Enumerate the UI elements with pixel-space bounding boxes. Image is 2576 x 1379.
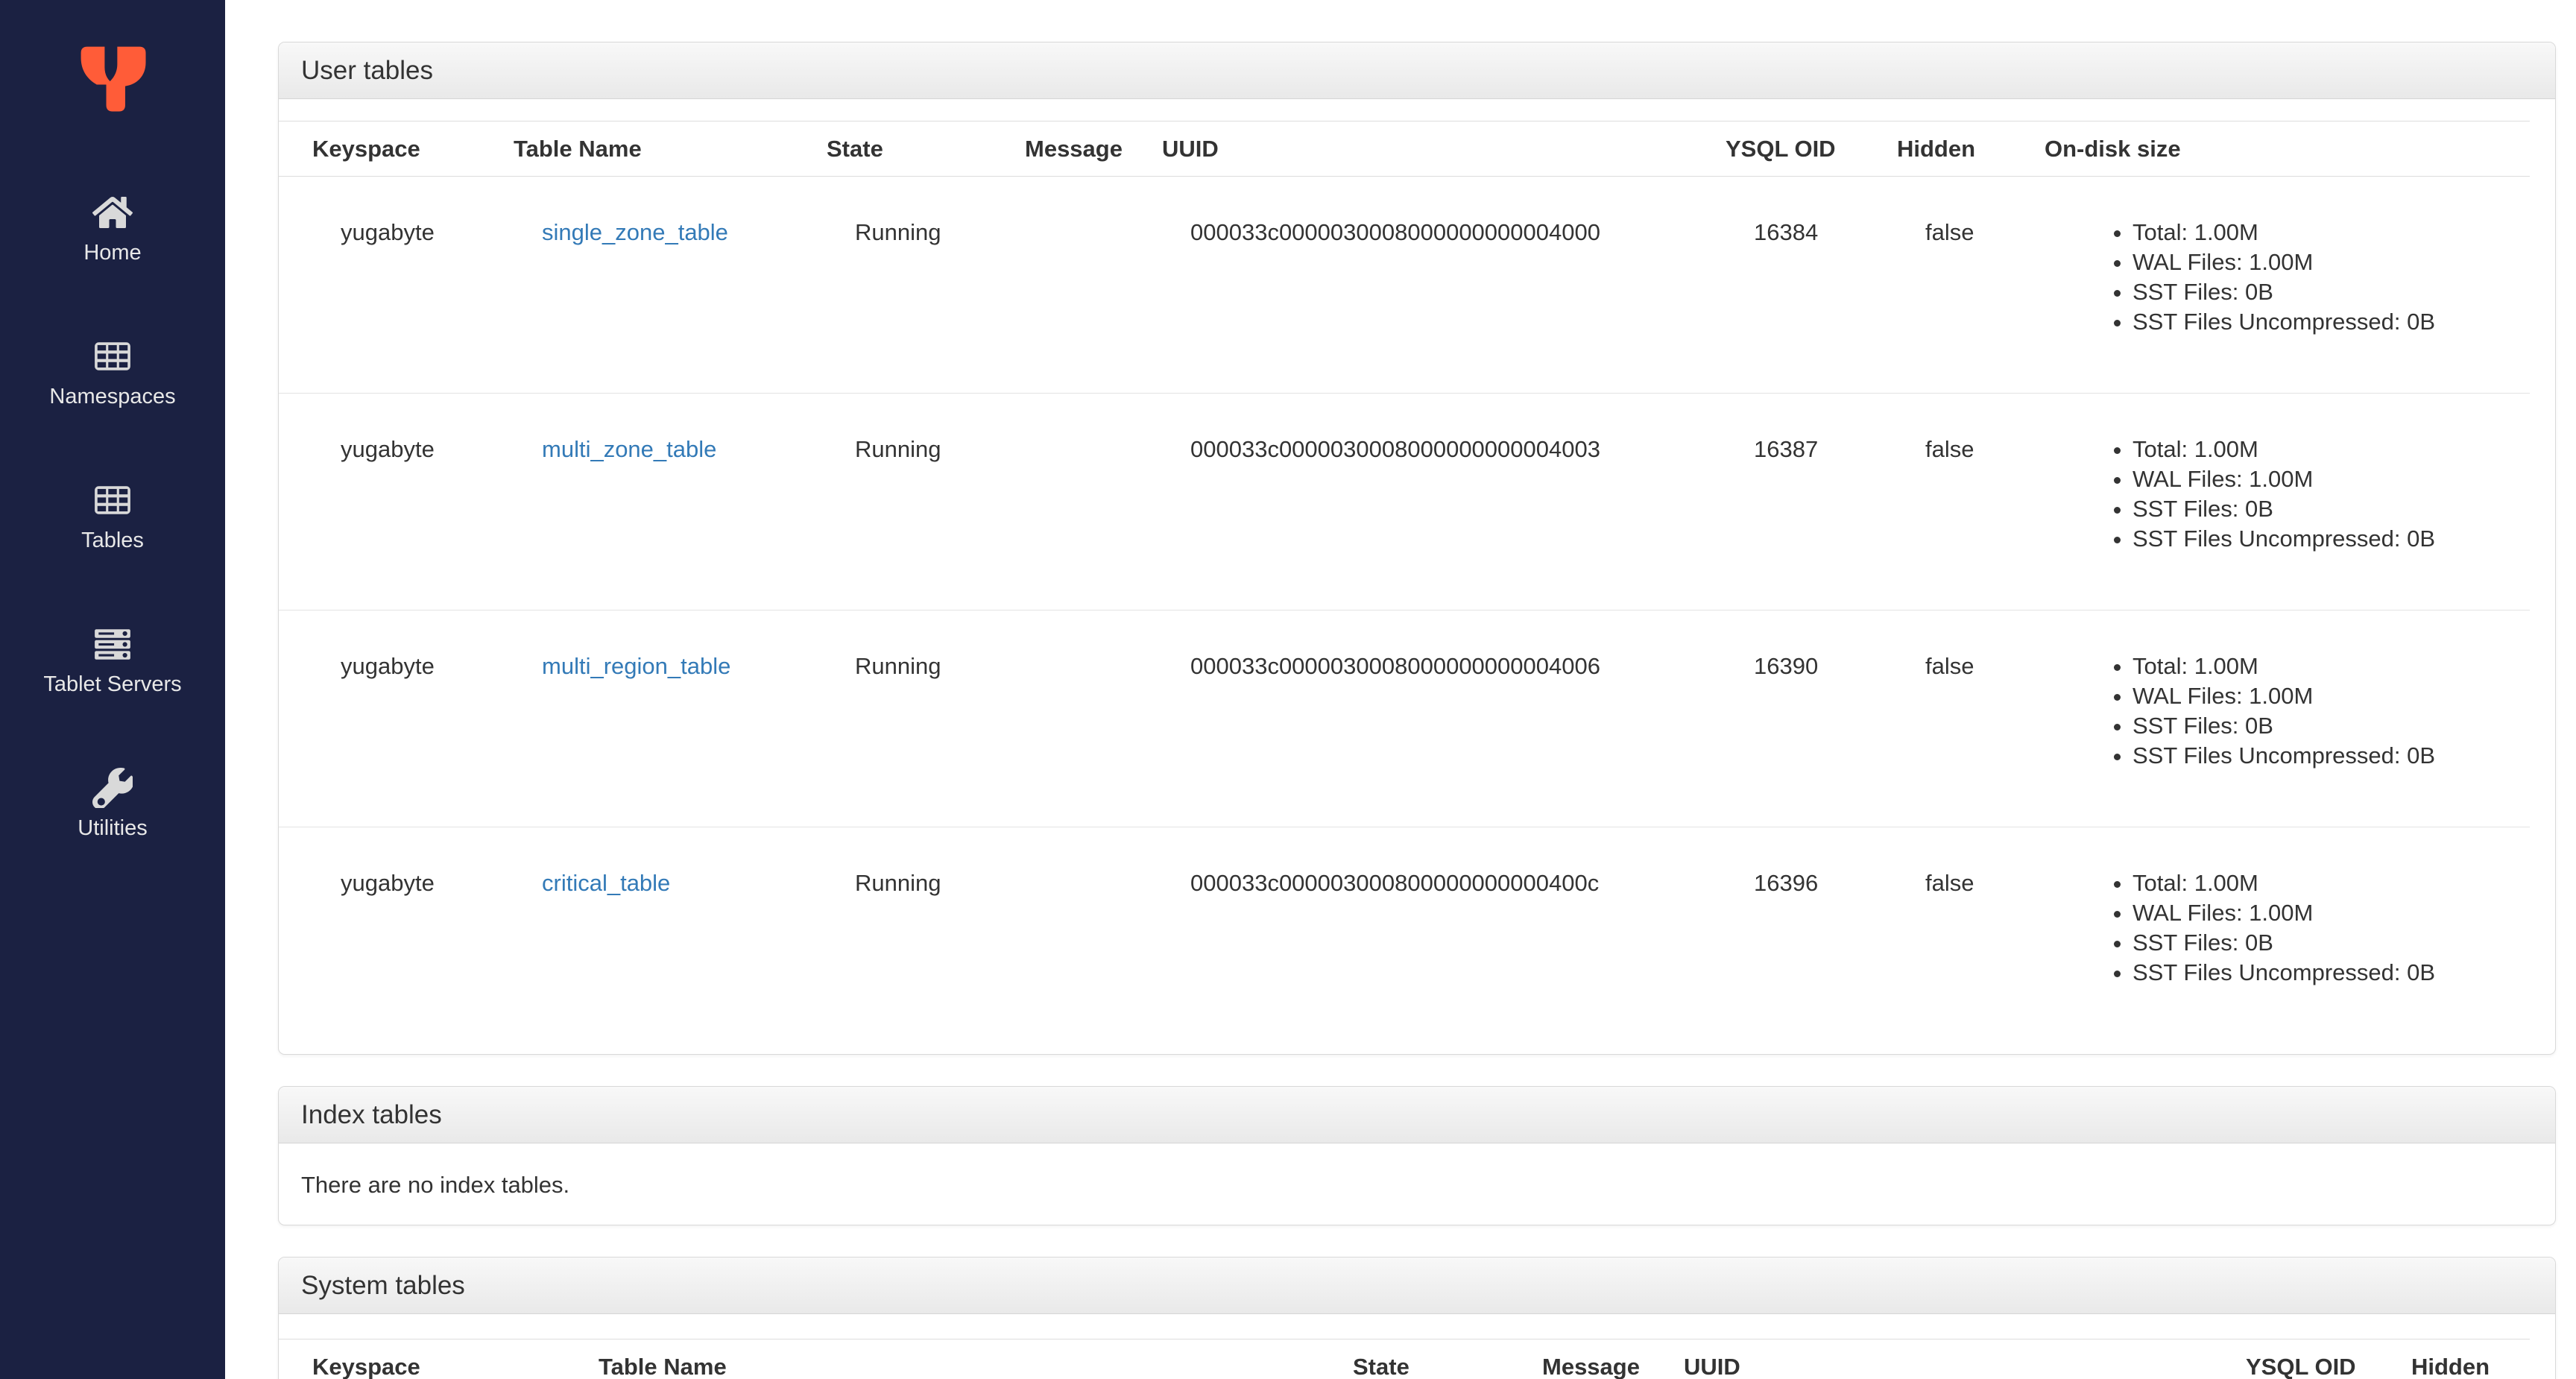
column-header-hidden: Hidden (1863, 121, 2011, 177)
sidebar-nav: Home Namespaces Tables Tablet Servers Ut… (0, 192, 225, 912)
on-disk-size-cell: Total: 1.00M WAL Files: 1.00M SST Files:… (2011, 827, 2530, 1044)
user-tables-table: Keyspace Table Name State Message UUID Y… (279, 121, 2530, 1044)
panel-title: System tables (301, 1270, 465, 1300)
message-cell (991, 393, 1128, 610)
column-header-ysql-oid: YSQL OID (1692, 121, 1863, 177)
table-name-link[interactable]: critical_table (542, 870, 670, 896)
yugabyte-logo-icon (80, 46, 146, 112)
table-name-cell: multi_zone_table (480, 393, 793, 610)
table-row: yugabyte critical_table Running 000033c0… (279, 827, 2530, 1044)
sidebar-item-namespaces[interactable]: Namespaces (0, 336, 225, 409)
uuid-cell: 000033c000003000800000000000400c (1128, 827, 1692, 1044)
column-header-state: State (793, 121, 991, 177)
state-cell: Running (793, 827, 991, 1044)
system-tables-panel: System tables Keyspace Table Name State … (278, 1257, 2556, 1379)
state-cell: Running (793, 610, 991, 827)
app-root: Home Namespaces Tables Tablet Servers Ut… (0, 0, 2576, 1379)
state-cell: Running (855, 219, 941, 245)
hidden-cell: false (1863, 393, 2011, 610)
sidebar-item-label: Home (83, 241, 142, 265)
keyspace-cell: yugabyte (279, 827, 480, 1044)
table-row: yugabyte single_zone_table Running 00003… (279, 177, 2530, 394)
table-name-cell: critical_table (480, 827, 793, 1044)
user-tables-body: Keyspace Table Name State Message UUID Y… (279, 99, 2555, 1054)
column-header-keyspace: Keyspace (279, 1339, 565, 1379)
system-tables-table: Keyspace Table Name State Message UUID Y… (279, 1339, 2530, 1379)
column-header-hidden: Hidden (2378, 1339, 2530, 1379)
table-header-row: Keyspace Table Name State Message UUID Y… (279, 1339, 2530, 1379)
index-tables-panel: Index tables There are no index tables. (278, 1086, 2556, 1225)
column-header-on-disk-size: On-disk size (2011, 121, 2530, 177)
column-header-uuid: UUID (1128, 121, 1692, 177)
keyspace-cell: yugabyte (279, 393, 480, 610)
panel-title: Index tables (301, 1099, 442, 1129)
uuid-cell: 000033c0000030008000000000004000 (1190, 219, 1600, 245)
keyspace-cell: yugabyte (341, 219, 435, 245)
home-icon (92, 192, 133, 233)
hidden-cell: false (1863, 827, 2011, 1044)
sidebar-item-label: Namespaces (49, 385, 176, 408)
sidebar-item-utilities[interactable]: Utilities (0, 768, 225, 841)
column-header-state: State (1319, 1339, 1509, 1379)
state-cell: Running (793, 393, 991, 610)
column-header-ysql-oid: YSQL OID (2212, 1339, 2378, 1379)
table-name-link[interactable]: single_zone_table (542, 219, 728, 245)
hidden-cell: false (1863, 610, 2011, 827)
sidebar-item-tablet-servers[interactable]: Tablet Servers (0, 624, 225, 697)
on-disk-size-cell: Total: 1.00M WAL Files: 1.00M SST Files:… (2011, 610, 2530, 827)
table-name-link[interactable]: multi_region_table (542, 653, 730, 679)
sidebar-item-tables[interactable]: Tables (0, 480, 225, 553)
on-disk-size-cell: Total: 1.00M WAL Files: 1.00M SST Files:… (2011, 393, 2530, 610)
uuid-cell: 000033c0000030008000000000004006 (1128, 610, 1692, 827)
on-disk-size-cell: Total: 1.00M WAL Files: 1.00M SST Files:… (2011, 177, 2530, 394)
ysql-oid-cell: 16384 (1754, 219, 1819, 245)
user-tables-heading: User tables (279, 42, 2555, 99)
tablet-servers-icon (92, 624, 133, 664)
sidebar-item-label: Tablet Servers (43, 672, 182, 696)
ysql-oid-cell: 16387 (1692, 393, 1863, 610)
message-cell (991, 610, 1128, 827)
main-content: User tables Keyspace Table Name State Me… (225, 0, 2576, 1379)
keyspace-cell: yugabyte (279, 610, 480, 827)
on-disk-size-list: Total: 1.00M WAL Files: 1.00M SST Files:… (2073, 651, 2522, 771)
system-tables-body: Keyspace Table Name State Message UUID Y… (279, 1314, 2555, 1379)
namespaces-icon (92, 336, 133, 376)
column-header-table-name: Table Name (480, 121, 793, 177)
table-header-row: Keyspace Table Name State Message UUID Y… (279, 121, 2530, 177)
utilities-icon (92, 768, 133, 808)
sidebar-item-label: Utilities (78, 816, 148, 840)
column-header-uuid: UUID (1650, 1339, 2212, 1379)
message-cell (991, 177, 1128, 394)
column-header-message: Message (991, 121, 1128, 177)
table-row: yugabyte multi_region_table Running 0000… (279, 610, 2530, 827)
index-tables-heading: Index tables (279, 1087, 2555, 1143)
on-disk-size-list: Total: 1.00M WAL Files: 1.00M SST Files:… (2073, 435, 2522, 554)
ysql-oid-cell: 16396 (1692, 827, 1863, 1044)
on-disk-size-list: Total: 1.00M WAL Files: 1.00M SST Files:… (2073, 868, 2522, 988)
sidebar: Home Namespaces Tables Tablet Servers Ut… (0, 0, 225, 1379)
panel-title: User tables (301, 55, 434, 85)
table-row: yugabyte multi_zone_table Running 000033… (279, 393, 2530, 610)
ysql-oid-cell: 16390 (1692, 610, 1863, 827)
sidebar-item-label: Tables (81, 528, 144, 552)
table-name-cell: single_zone_table (480, 177, 793, 394)
tables-icon (92, 480, 133, 520)
column-header-table-name: Table Name (565, 1339, 1319, 1379)
index-tables-body: There are no index tables. (279, 1143, 2555, 1225)
empty-message: There are no index tables. (301, 1172, 570, 1198)
message-cell (991, 827, 1128, 1044)
column-header-message: Message (1509, 1339, 1650, 1379)
uuid-cell: 000033c0000030008000000000004003 (1128, 393, 1692, 610)
user-tables-panel: User tables Keyspace Table Name State Me… (278, 42, 2556, 1055)
yugabyte-logo[interactable] (73, 39, 152, 112)
table-name-link[interactable]: multi_zone_table (542, 436, 716, 462)
on-disk-size-list: Total: 1.00M WAL Files: 1.00M SST Files:… (2073, 218, 2522, 337)
sidebar-item-home[interactable]: Home (0, 192, 225, 265)
table-name-cell: multi_region_table (480, 610, 793, 827)
column-header-keyspace: Keyspace (279, 121, 480, 177)
hidden-cell: false (1925, 219, 1974, 245)
system-tables-heading: System tables (279, 1257, 2555, 1314)
